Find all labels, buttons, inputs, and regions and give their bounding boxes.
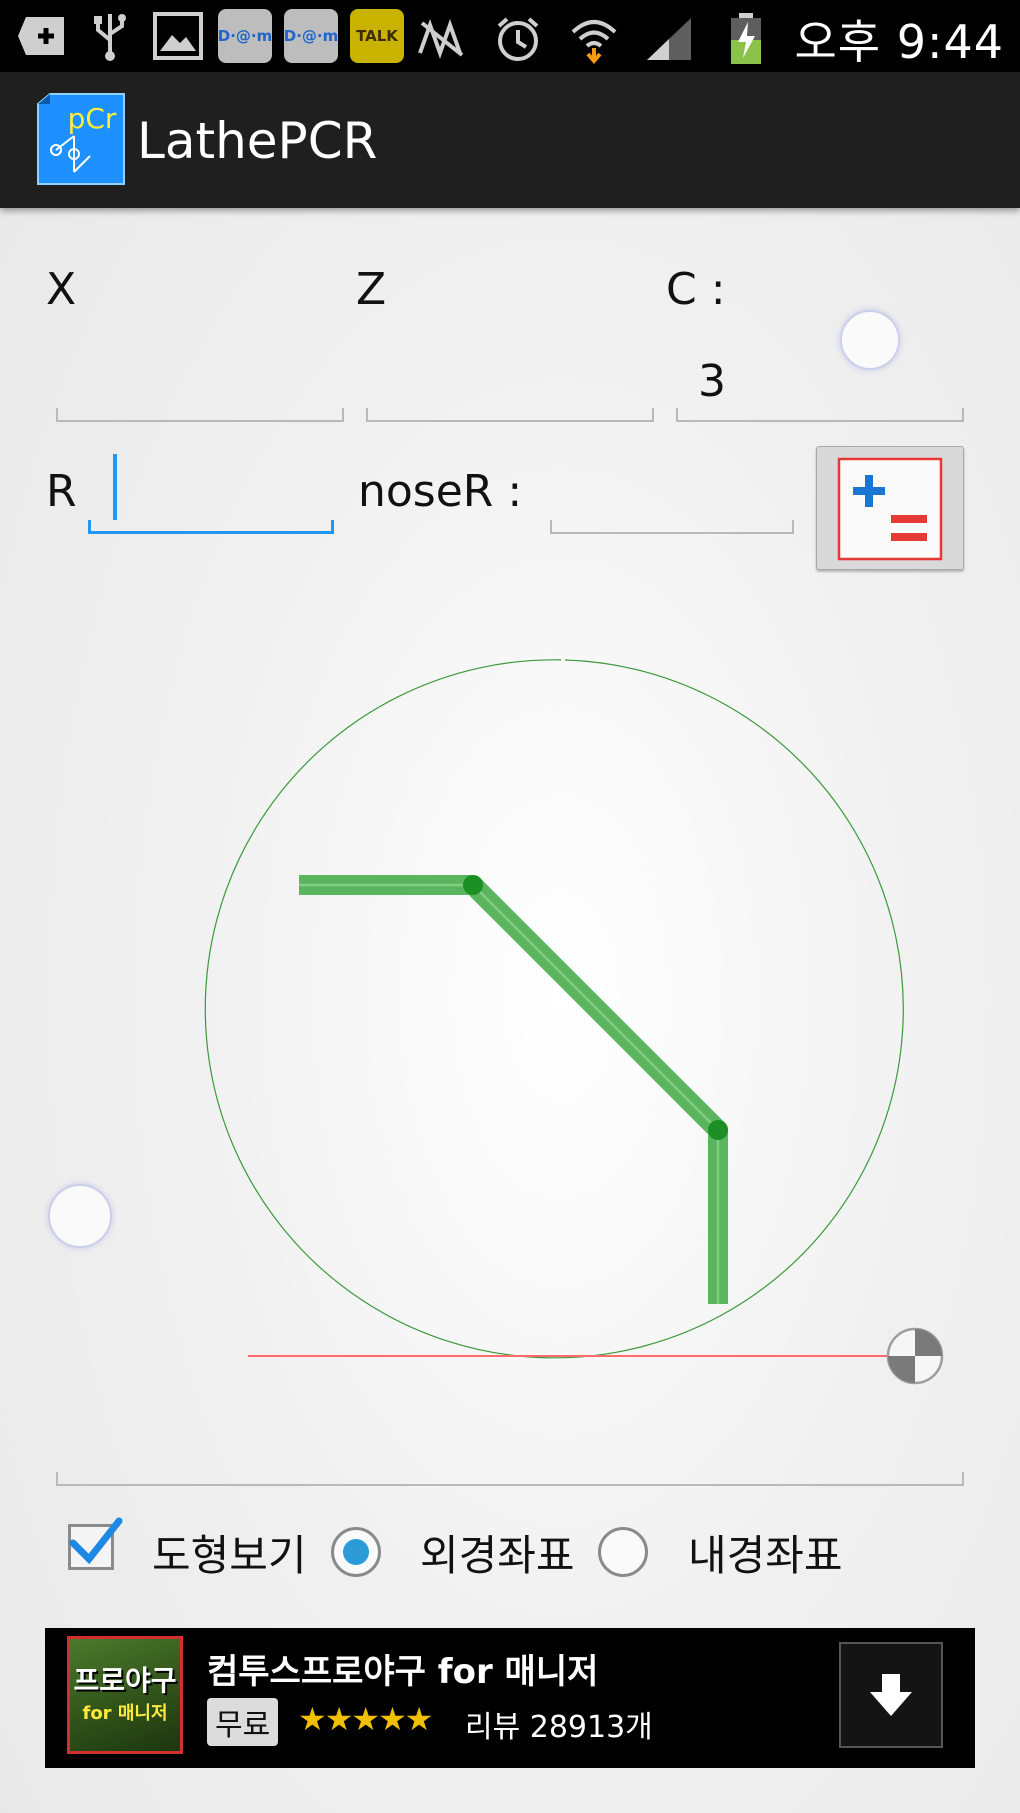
daum-icon: D·@·m bbox=[284, 9, 338, 63]
status-time: 오후 9:44 bbox=[794, 15, 1004, 69]
ad-review-count: 리뷰 28913개 bbox=[465, 1710, 653, 1745]
show-shape-checkbox[interactable] bbox=[68, 1517, 123, 1570]
app-logo-icon: pCr bbox=[34, 92, 128, 186]
nose-r-input[interactable] bbox=[550, 520, 794, 534]
download-arrow-icon bbox=[870, 1674, 912, 1716]
z-input[interactable] bbox=[366, 408, 654, 422]
gallery-icon bbox=[150, 8, 206, 64]
seekbar-track[interactable] bbox=[56, 1472, 964, 1486]
r-input[interactable] bbox=[88, 520, 334, 534]
c-label: C : bbox=[666, 264, 726, 315]
plus-equals-icon bbox=[837, 457, 943, 561]
shape-canvas bbox=[204, 659, 944, 1385]
add-icon bbox=[14, 8, 70, 64]
text-cursor bbox=[113, 454, 117, 520]
ad-app-thumbnail: 프로야구 for 매니저 bbox=[67, 1636, 183, 1754]
pcr-circle bbox=[204, 659, 904, 1359]
corner-point bbox=[463, 875, 483, 895]
checkmark-icon bbox=[69, 1517, 123, 1565]
ad-price-badge: 무료 bbox=[207, 1698, 279, 1746]
ad-banner[interactable]: 프로야구 for 매니저 컴투스프로야구 for 매니저 무료 ★★★★★ 리뷰… bbox=[45, 1628, 975, 1768]
cell-signal-icon bbox=[642, 11, 698, 67]
daum-icon: D·@·m bbox=[218, 9, 272, 63]
c-input-value: 3 bbox=[698, 356, 726, 407]
show-shape-label: 도형보기 bbox=[152, 1530, 307, 1580]
origin-marker-icon bbox=[886, 1327, 944, 1385]
r-label: R bbox=[46, 466, 77, 517]
x-input[interactable] bbox=[56, 408, 344, 422]
x-label: X bbox=[46, 264, 77, 315]
app-title: LathePCR bbox=[137, 112, 378, 170]
usb-icon bbox=[82, 8, 138, 64]
left-drag-handle[interactable] bbox=[48, 1184, 112, 1248]
calculate-button[interactable] bbox=[816, 446, 964, 570]
nose-r-label: noseR : bbox=[358, 466, 523, 517]
alarm-icon bbox=[490, 11, 546, 67]
corner-point bbox=[708, 1120, 728, 1140]
wifi-icon bbox=[566, 11, 622, 67]
tool-profile bbox=[299, 875, 728, 1304]
svg-text:pCr: pCr bbox=[68, 102, 117, 135]
top-drag-handle[interactable] bbox=[840, 310, 900, 370]
ad-download-button[interactable] bbox=[839, 1642, 943, 1748]
ad-rating-stars: ★★★★★ bbox=[298, 1700, 433, 1738]
status-bar: D·@·m D·@·m TALK 오후 9:44 bbox=[0, 0, 1020, 72]
inner-coord-radio[interactable] bbox=[598, 1527, 648, 1577]
inner-coord-label: 내경좌표 bbox=[688, 1530, 843, 1580]
outer-coord-label: 외경좌표 bbox=[420, 1530, 575, 1580]
battery-charging-icon bbox=[718, 11, 774, 67]
kakaotalk-icon: TALK bbox=[350, 9, 404, 63]
outer-coord-radio[interactable] bbox=[331, 1527, 381, 1577]
app-bar: pCr LathePCR bbox=[0, 72, 1020, 208]
no-signal-icon bbox=[414, 11, 470, 67]
c-input[interactable] bbox=[676, 408, 964, 422]
z-label: Z bbox=[356, 264, 387, 315]
ad-title: 컴투스프로야구 for 매니저 bbox=[207, 1652, 599, 1692]
